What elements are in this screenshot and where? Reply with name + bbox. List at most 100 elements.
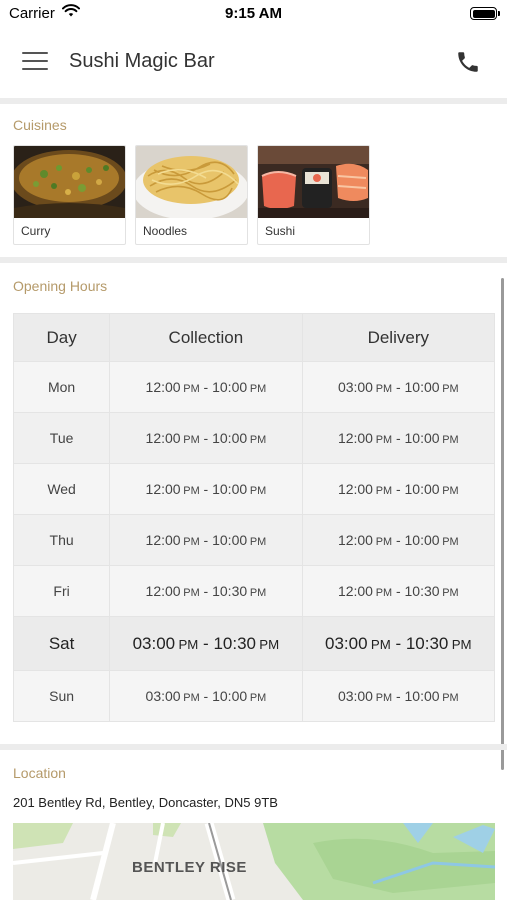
ampm-label: PM (375, 383, 393, 395)
app-header: Sushi Magic Bar (0, 28, 507, 98)
cuisine-name: Curry (21, 224, 51, 238)
page-title: Sushi Magic Bar (69, 50, 215, 72)
ampm-label: PM (375, 692, 393, 704)
day-cell: Wed (12, 463, 111, 515)
time-start: 12:00 (145, 481, 181, 497)
section-divider (0, 257, 507, 263)
time-separator: - (392, 532, 405, 548)
ampm-label: PM (375, 587, 393, 599)
time-separator: - (390, 633, 406, 653)
hamburger-menu-icon[interactable] (22, 52, 48, 72)
time-start: 12:00 (145, 379, 181, 395)
table-row: Thu 12:00 PM - 10:00 PM 12:00 PM - 10:00 PM (12, 514, 496, 566)
time-start: 12:00 (337, 430, 373, 446)
sushi-image (258, 146, 369, 218)
time-separator: - (198, 633, 214, 653)
ampm-label: PM (249, 536, 267, 548)
cuisine-card-sushi[interactable]: Sushi (257, 145, 370, 245)
ampm-label: PM (375, 434, 393, 446)
ampm-label: PM (183, 383, 200, 395)
time-end: 10:00 (212, 688, 248, 704)
time-start: 03:00 (132, 633, 176, 653)
time-start: 12:00 (145, 583, 181, 599)
cuisine-name: Sushi (265, 224, 296, 238)
location-map[interactable]: BENTLEY RISE (13, 823, 495, 900)
collection-hours-cell: 12:00 PM - 10:00 PM (109, 514, 303, 566)
table-row: Mon 12:00 PM - 10:00 PM 03:00 PM - 10:00 PM (12, 361, 496, 413)
noodles-image (136, 146, 247, 218)
time-end: 10:00 (212, 532, 248, 548)
time-separator: - (392, 688, 405, 704)
time-start: 03:00 (325, 633, 368, 653)
cuisines-label: Cuisines (13, 117, 67, 133)
opening-hours-label: Opening Hours (13, 278, 108, 294)
day-cell: Thu (12, 514, 111, 566)
time-separator: - (199, 583, 213, 599)
ampm-label: PM (442, 383, 459, 395)
time-start: 12:00 (337, 583, 373, 599)
ampm-label: PM (249, 587, 267, 599)
scrollbar[interactable] (501, 278, 504, 770)
table-row: Fri 12:00 PM - 10:30 PM 12:00 PM - 10:30 PM (12, 565, 496, 617)
ampm-label: PM (442, 536, 459, 548)
collection-hours-cell: 12:00 PM - 10:00 PM (109, 412, 303, 464)
header-day: Day (12, 313, 111, 362)
time-end: 10:00 (404, 430, 440, 446)
time-end: 10:00 (212, 481, 248, 497)
ampm-label: PM (249, 383, 267, 395)
time-end: 10:30 (404, 583, 440, 599)
collection-hours-cell: 12:00 PM - 10:00 PM (109, 361, 303, 413)
section-divider (0, 744, 507, 750)
collection-hours-cell: 03:00 PM - 10:00 PM (109, 670, 303, 722)
time-start: 03:00 (337, 379, 373, 395)
delivery-hours-cell: 12:00 PM - 10:00 PM (301, 412, 496, 464)
ampm-label: PM (249, 692, 267, 704)
ampm-label: PM (375, 536, 393, 548)
opening-hours-body: Mon 12:00 PM - 10:00 PM 03:00 PM - 10:00 PM Tue… (12, 361, 496, 722)
time-end: 10:00 (404, 532, 440, 548)
day-cell: Fri (12, 565, 111, 617)
table-row: Sat 03:00 PM - 10:30 PM 03:00 PM - 10:30 PM (12, 616, 496, 671)
table-header-row: Day Collection Delivery (12, 313, 496, 362)
day-cell: Mon (12, 361, 111, 413)
header-collection: Collection (109, 313, 303, 362)
ampm-label: PM (259, 636, 280, 652)
time-end: 10:00 (404, 379, 440, 395)
collection-hours-cell: 12:00 PM - 10:30 PM (109, 565, 303, 617)
time-start: 12:00 (145, 430, 181, 446)
cuisine-card-noodles[interactable]: Noodles (135, 145, 248, 245)
day-cell: Sat (12, 616, 111, 671)
delivery-hours-cell: 03:00 PM - 10:00 PM (301, 670, 496, 722)
cuisine-card-curry[interactable]: Curry (13, 145, 126, 245)
address-text: 201 Bentley Rd, Bentley, Doncaster, DN5 … (13, 795, 278, 810)
ampm-label: PM (183, 536, 200, 548)
time-separator: - (392, 430, 405, 446)
clock: 9:15 AM (225, 5, 282, 22)
time-start: 12:00 (337, 532, 373, 548)
delivery-hours-cell: 12:00 PM - 10:00 PM (301, 514, 496, 566)
ampm-label: PM (375, 485, 393, 497)
day-cell: Tue (12, 412, 111, 464)
time-start: 03:00 (337, 688, 373, 704)
opening-hours-table: Day Collection Delivery Mon 12:00 PM - 10:… (12, 313, 496, 722)
time-start: 12:00 (337, 481, 373, 497)
section-divider (0, 98, 507, 104)
map-area-label: BENTLEY RISE (132, 859, 247, 876)
time-separator: - (392, 583, 405, 599)
collection-hours-cell: 12:00 PM - 10:00 PM (109, 463, 303, 515)
delivery-hours-cell: 03:00 PM - 10:30 PM (301, 616, 496, 671)
ampm-label: PM (442, 587, 459, 599)
time-separator: - (392, 481, 405, 497)
ampm-label: PM (442, 434, 459, 446)
ampm-label: PM (178, 636, 199, 652)
time-end: 10:00 (404, 481, 440, 497)
time-end: 10:00 (212, 430, 248, 446)
time-separator: - (199, 532, 213, 548)
collection-hours-cell: 03:00 PM - 10:30 PM (109, 616, 303, 671)
ampm-label: PM (183, 692, 200, 704)
time-separator: - (199, 688, 213, 704)
table-row: Tue 12:00 PM - 10:00 PM 12:00 PM - 10:00 PM (12, 412, 496, 464)
phone-icon[interactable] (455, 49, 481, 75)
delivery-hours-cell: 12:00 PM - 10:30 PM (301, 565, 496, 617)
curry-image (14, 146, 125, 218)
